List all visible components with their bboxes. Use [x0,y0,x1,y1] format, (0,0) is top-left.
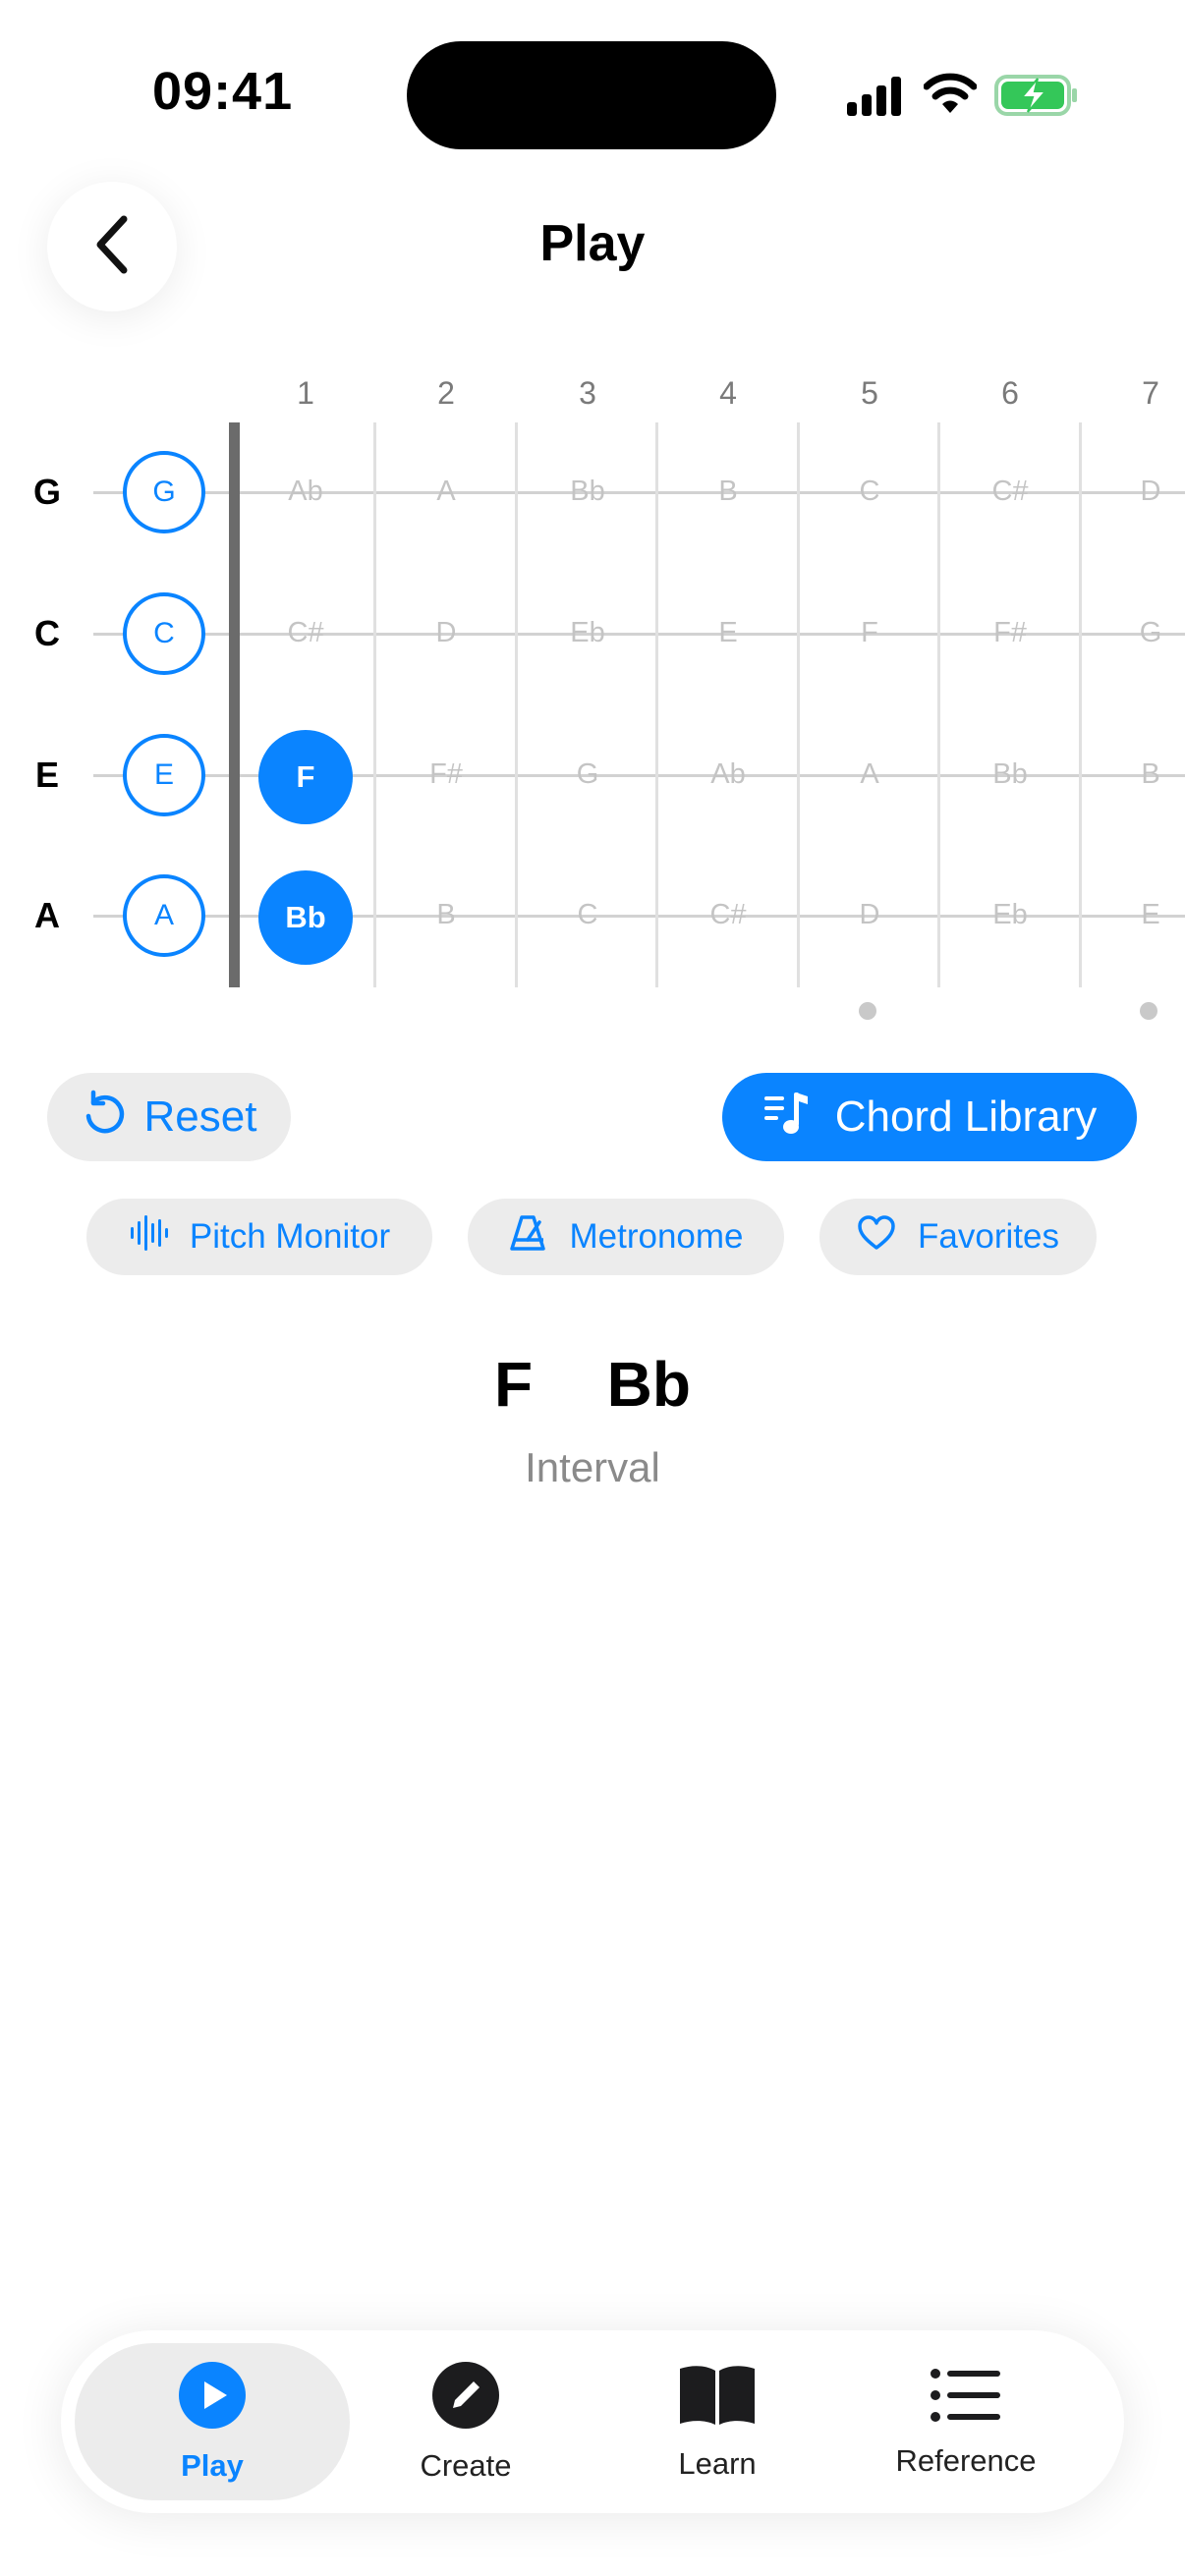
fret-note[interactable]: Ab [256,476,355,508]
fret-note[interactable]: D [397,617,495,649]
selected-note-bb[interactable]: Bb [258,870,353,965]
fret-note[interactable]: F [820,617,919,649]
pitch-monitor-button[interactable]: Pitch Monitor [86,1199,432,1275]
chord-library-button[interactable]: Chord Library [722,1073,1137,1161]
fret-note[interactable]: A [820,758,919,791]
fret-number: 1 [297,375,314,411]
fret-number: 5 [861,375,878,411]
pitch-monitor-icon [129,1213,168,1261]
signal-icon [847,77,902,121]
fret-note[interactable]: D [820,899,919,931]
tab-reference-label: Reference [895,2442,1037,2478]
selected-note-f[interactable]: F [258,730,353,824]
fret-note[interactable]: F# [961,617,1059,649]
fret-note[interactable]: Bb [538,476,637,508]
metronome-icon [508,1213,547,1261]
pitch-monitor-label: Pitch Monitor [189,1217,391,1256]
fret-number: 7 [1142,375,1159,411]
fret-number: 6 [1001,375,1019,411]
reset-label: Reset [143,1092,257,1141]
fret-note[interactable]: C# [961,476,1059,508]
open-note-a[interactable]: A [123,874,205,957]
fret-note[interactable]: B [679,476,777,508]
chord-library-label: Chord Library [834,1092,1098,1141]
fret-note[interactable]: D [1101,476,1185,508]
fret-note[interactable]: Eb [538,617,637,649]
fret-line [515,422,518,987]
favorites-label: Favorites [918,1217,1059,1256]
fret-note[interactable]: Eb [961,899,1059,931]
tab-play-label: Play [181,2447,244,2483]
fret-note[interactable]: C# [679,899,777,931]
metronome-label: Metronome [569,1217,744,1256]
fretboard-nut [229,422,240,987]
fret-note[interactable]: C# [256,617,355,649]
page-title: Play [539,215,646,272]
battery-charging-icon [994,75,1079,121]
fret-number: 4 [719,375,737,411]
chord-name: F Bb [494,1349,691,1420]
fret-note[interactable]: B [397,899,495,931]
tab-reference[interactable]: Reference [828,2343,1103,2500]
fret-note[interactable]: G [538,758,637,791]
fret-note[interactable]: Ab [679,758,777,791]
tab-create[interactable]: Create [328,2343,603,2500]
chord-type: Interval [525,1444,660,1490]
fret-line [1079,422,1082,987]
fret-line [937,422,940,987]
tab-learn[interactable]: Learn [580,2343,855,2500]
open-note-e[interactable]: E [123,734,205,816]
tab-learn-label: Learn [678,2445,757,2481]
fret-note[interactable]: F# [397,758,495,791]
book-icon [678,2363,757,2433]
fret-line [655,422,658,987]
fret-note[interactable]: C [538,899,637,931]
fret-number: 3 [579,375,596,411]
fret-note[interactable]: Bb [961,758,1059,791]
wifi-icon [923,73,978,119]
list-icon [930,2366,1002,2430]
fret-note[interactable]: E [1101,899,1185,931]
string-name-g: G [32,472,61,512]
string-name-a: A [34,895,60,935]
heart-icon [857,1214,896,1260]
string-name-c: C [34,613,60,653]
chord-library-icon [762,1089,812,1147]
fret-note[interactable]: E [679,617,777,649]
reset-icon [82,1089,127,1147]
fret-marker-dot [1140,1002,1157,1020]
string-name-e: E [34,755,59,795]
open-note-g[interactable]: G [123,451,205,533]
dynamic-island [407,41,776,149]
tab-play[interactable]: Play [75,2343,350,2500]
fret-note[interactable]: B [1101,758,1185,791]
play-icon [178,2361,247,2435]
open-note-c[interactable]: C [123,592,205,675]
favorites-button[interactable]: Favorites [819,1199,1097,1275]
fret-line [797,422,800,987]
fret-line [373,422,376,987]
metronome-button[interactable]: Metronome [468,1199,784,1275]
fret-number: 2 [437,375,455,411]
fret-note[interactable]: A [397,476,495,508]
fret-note[interactable]: C [820,476,919,508]
reset-button[interactable]: Reset [47,1073,291,1161]
status-time: 09:41 [152,62,294,121]
fret-marker-dot [859,1002,876,1020]
fret-note[interactable]: G [1101,617,1185,649]
tab-create-label: Create [420,2447,512,2483]
pencil-icon [431,2361,500,2435]
